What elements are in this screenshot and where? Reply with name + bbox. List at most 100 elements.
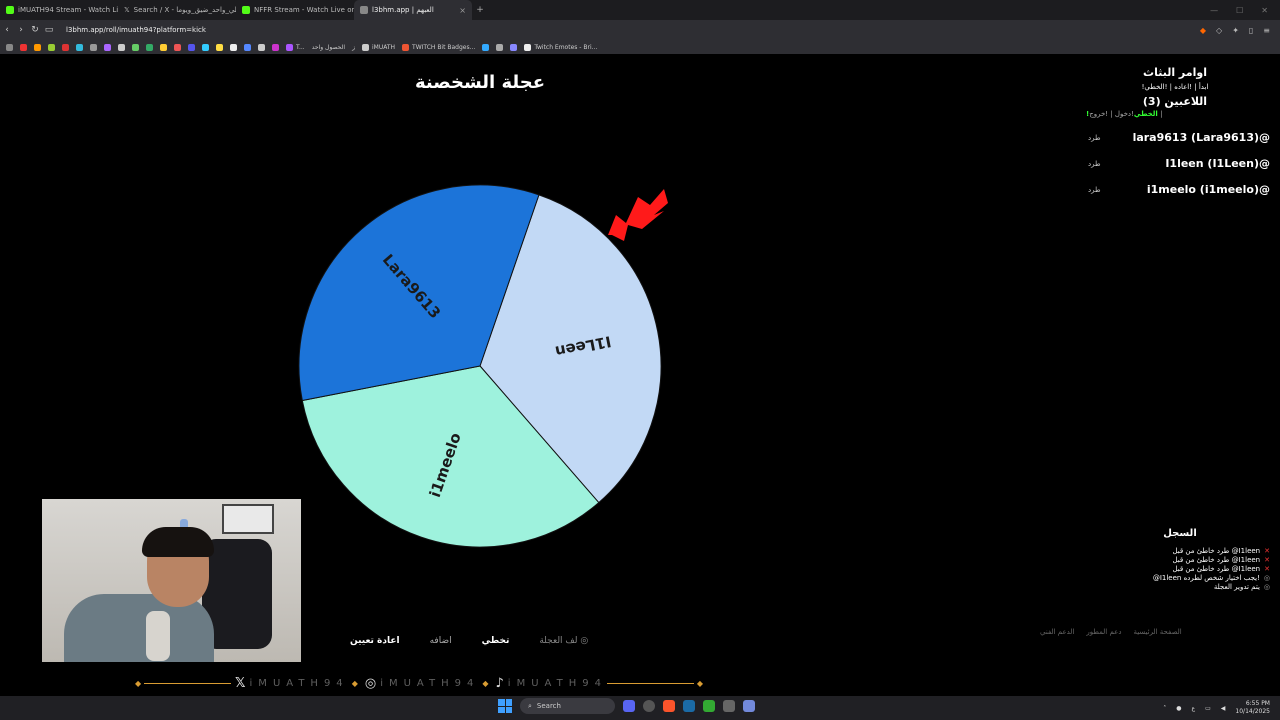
spin-wheel[interactable]: I1Leeni1meeloLara9613 — [290, 175, 680, 560]
log-heading: السجل — [1163, 528, 1197, 539]
error-icon: ✕ — [1264, 547, 1270, 555]
add-button[interactable]: اضافه — [430, 636, 452, 646]
bookmark-favicon[interactable] — [132, 43, 139, 51]
divider-line — [606, 682, 694, 684]
tab-label: Search / X - ‏#العلي_واحد_ضيق_ويوما — [133, 6, 236, 14]
bookmark-item[interactable]: Twitch Emotes - Bri... — [524, 43, 597, 51]
browser-tab[interactable]: iMUATH94 Stream - Watch Live o — [0, 0, 118, 20]
reload-icon[interactable]: ↻ — [28, 25, 42, 35]
bookmark-favicon[interactable] — [216, 43, 223, 51]
spin-button[interactable]: لف العجلة ◎ — [539, 636, 588, 646]
bookmark-favicon[interactable] — [160, 43, 167, 51]
bookmark-favicon[interactable] — [496, 43, 504, 51]
search-icon: ⌕ — [528, 701, 532, 710]
new-tab-button[interactable]: + — [472, 5, 488, 15]
system-tray: ˄ ● ع ▭ ◀ 6:55 PM 10/14/2025 — [1163, 700, 1270, 716]
browser-tab[interactable]: 𝕏 Search / X - ‏#العلي_واحد_ضيق_ويوما — [118, 0, 236, 20]
commands-heading: اوامر البثاث — [1143, 66, 1207, 79]
player-row: طرد lara9613 (Lara9613)@ — [1080, 131, 1270, 144]
bookmark-favicon[interactable] — [258, 43, 265, 51]
bookmark-item[interactable]: ز — [352, 44, 355, 51]
footer-link[interactable]: الدعم الفني — [1040, 628, 1074, 636]
bookmark-favicon[interactable] — [20, 43, 27, 51]
app-icon[interactable] — [723, 700, 735, 712]
bookmark-favicon[interactable] — [76, 43, 83, 51]
url-field[interactable]: l3bhm.app/roll/imuath94?platform=kick — [66, 26, 206, 34]
bookmark-item[interactable]: iMUATH — [361, 43, 395, 51]
brave-icon[interactable] — [663, 700, 675, 712]
footer-link[interactable]: الصفحة الرئيسية — [1133, 628, 1181, 636]
back-icon[interactable]: ‹ — [0, 25, 14, 35]
xbox-icon[interactable] — [703, 700, 715, 712]
bookmark-item[interactable]: T... — [286, 43, 305, 51]
bookmark-favicon[interactable] — [482, 43, 490, 51]
menu-icon[interactable]: ≡ — [1263, 26, 1270, 35]
player-row: طرد I1leen (I1Leen)@ — [1080, 157, 1270, 170]
taskbar-search[interactable]: ⌕ Search — [520, 698, 615, 714]
window-controls: — ☐ ✕ — [1210, 6, 1280, 15]
bookmark-favicon[interactable] — [230, 43, 237, 51]
bookmark-favicon[interactable] — [188, 43, 195, 51]
puzzle-icon[interactable]: ✦ — [1232, 26, 1239, 35]
mic-icon[interactable]: ● — [1176, 705, 1181, 712]
kick-button[interactable]: طرد — [1088, 186, 1101, 194]
join-commands: !الخطي!دخول | !خروج | — [1086, 110, 1270, 118]
commands-list: !ابدأ | !اعاده | !الخطي — [1141, 83, 1209, 91]
diamond-icon: ◆ — [351, 678, 358, 688]
footer-link[interactable]: دعم المطور — [1086, 628, 1121, 636]
reset-button[interactable]: اعادة تعيين — [350, 636, 400, 646]
chevron-up-icon[interactable]: ˄ — [1163, 705, 1166, 712]
bookmark-favicon[interactable] — [90, 43, 97, 51]
bookmark-favicon[interactable] — [104, 43, 111, 51]
bookmark-favicon[interactable] — [202, 43, 209, 51]
bookmark-favicon[interactable] — [34, 43, 41, 51]
tiktok-icon: ♪ — [495, 675, 504, 691]
tab-label: NFFR Stream - Watch Live on Kick — [254, 6, 354, 14]
steam-icon[interactable] — [683, 700, 695, 712]
info-icon: ◎ — [1263, 574, 1270, 582]
bookmark-item[interactable]: الحصول واحد — [312, 44, 345, 51]
network-icon[interactable]: ▭ — [1205, 705, 1211, 712]
close-tab-icon[interactable]: × — [459, 6, 466, 15]
error-icon: ✕ — [1264, 565, 1270, 573]
bookmark-favicon[interactable] — [118, 43, 125, 51]
discord-icon[interactable] — [743, 700, 755, 712]
kick-button[interactable]: طرد — [1088, 134, 1101, 142]
os-taskbar: ⌕ Search ˄ ● ع ▭ ◀ 6:55 PM 10/14/2025 — [0, 696, 1280, 720]
brave-shield-icon[interactable]: ◆ — [1200, 26, 1206, 35]
wheel-segments — [298, 184, 662, 548]
bookmark-favicon[interactable] — [48, 43, 55, 51]
sidebar-icon[interactable]: ▯ — [1249, 26, 1253, 35]
bookmark-favicon[interactable] — [244, 43, 251, 51]
browser-tab-active[interactable]: l3bhm.app | العبهم × — [354, 0, 472, 20]
bookmark-item[interactable]: TWITCH Bit Badges... — [402, 43, 475, 51]
language-icon[interactable]: ع — [1192, 705, 1196, 712]
kick-button[interactable]: طرد — [1088, 160, 1101, 168]
windows-start-icon[interactable] — [498, 699, 512, 713]
bookmark-icon[interactable]: ▭ — [42, 25, 56, 35]
x-logo-icon: 𝕏 — [124, 6, 130, 14]
bookmark-favicon[interactable] — [510, 43, 518, 51]
bookmark-favicon[interactable] — [174, 43, 181, 51]
bookmark-favicon[interactable] — [62, 43, 69, 51]
social-handle: iMUATH94 — [507, 677, 607, 689]
commands-sidebar: اوامر البثاث !ابدأ | !اعاده | !الخطي الل… — [1080, 66, 1270, 196]
maximize-icon[interactable]: ☐ — [1236, 6, 1243, 15]
log-entry: طرد خاطئ من قبل @I1leen ✕ — [1172, 556, 1270, 564]
discord-icon[interactable] — [623, 700, 635, 712]
bookmark-favicon[interactable] — [272, 43, 279, 51]
close-window-icon[interactable]: ✕ — [1261, 6, 1268, 15]
taskbar-apps: ⌕ Search — [498, 698, 755, 714]
info-icon: ◎ — [1263, 583, 1270, 591]
minimize-icon[interactable]: — — [1210, 6, 1218, 15]
extension-icon[interactable]: ◇ — [1216, 26, 1222, 35]
clock[interactable]: 6:55 PM 10/14/2025 — [1235, 700, 1270, 716]
browser-tab[interactable]: NFFR Stream - Watch Live on Kick — [236, 0, 354, 20]
skip-button[interactable]: تخطي — [482, 636, 510, 646]
bookmark-favicon[interactable] — [146, 43, 153, 51]
volume-icon[interactable]: ◀ — [1221, 705, 1226, 712]
forward-icon[interactable]: › — [14, 25, 28, 35]
apps-icon[interactable] — [6, 43, 13, 51]
obs-icon[interactable] — [643, 700, 655, 712]
site-icon — [360, 6, 368, 14]
